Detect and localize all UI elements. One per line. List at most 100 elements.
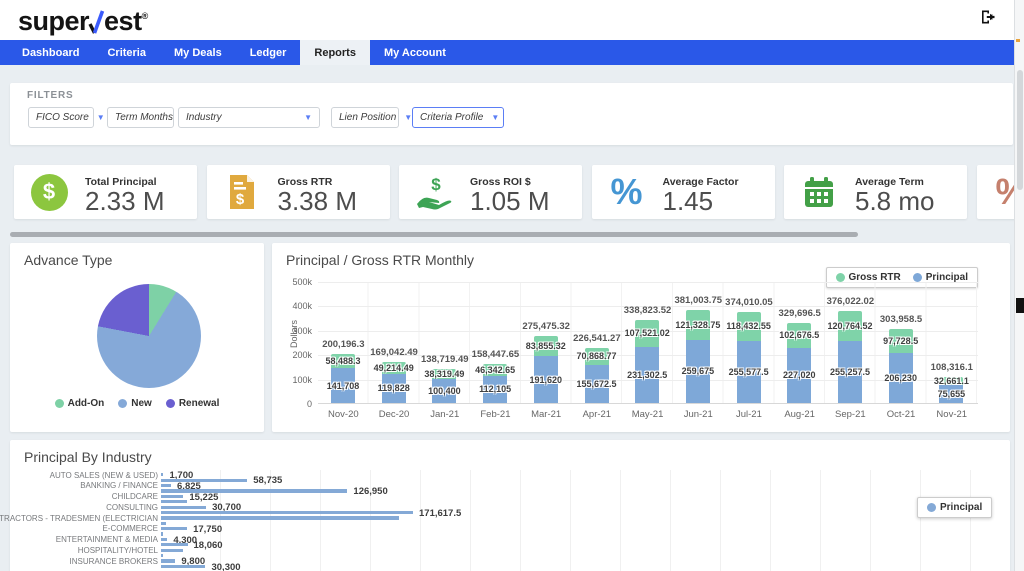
gross-rtr-segment[interactable]: 46,342.65 [483,364,507,375]
stacked-bar[interactable]: 46,342.65112,105 [483,364,507,403]
scrollbar-orange-mark [1016,39,1020,42]
kpi-card-total-principal[interactable]: $Total Principal2.33 M [14,165,197,219]
kpi-card-average-factor[interactable]: %Average Factor1.45 [592,165,775,219]
industry-chart-plot[interactable]: AUTO SALES (NEW & USED)1,70058,735BANKIN… [10,472,1000,569]
gross-rtr-segment[interactable]: 83,855.32 [534,336,558,356]
svg-text:$: $ [431,175,441,194]
gross-rtr-segment[interactable]: 107,521.02 [635,320,659,346]
principal-segment[interactable]: 259,675 [686,340,710,403]
principal-value-label: 75,655 [938,389,966,399]
industry-bar[interactable] [161,538,167,541]
advance-type-pie-chart[interactable] [97,284,201,388]
gross-rtr-segment[interactable]: 118,432.55 [737,312,761,341]
horizontal-scrollbar[interactable] [10,232,858,237]
principal-segment[interactable]: 155,672.5 [585,365,609,403]
total-value-label: 169,042.49 [370,347,418,358]
principal-segment[interactable]: 141,708 [331,368,355,403]
gross-rtr-segment[interactable]: 121,328.75 [686,310,710,340]
kpi-card-gross-rtr[interactable]: $Gross RTR3.38 M [207,165,390,219]
industry-bar[interactable] [161,495,183,498]
logout-icon[interactable] [980,9,996,25]
supervest-logo[interactable]: superest® [18,6,148,37]
nav-tab-ledger[interactable]: Ledger [236,40,301,65]
chevron-down-icon: ▼ [404,113,412,122]
stacked-bar[interactable]: 118,432.55255,577.5 [737,312,761,403]
filter-dropdown-fico-score[interactable]: FICO Score▼ [28,107,94,128]
industry-bar[interactable] [161,506,206,509]
principal-segment[interactable]: 112,105 [483,376,507,403]
stacked-bar[interactable]: 107,521.02231,302.5 [635,320,659,403]
kpi-card-average-term[interactable]: Average Term5.8 mo [784,165,967,219]
stacked-bar[interactable]: 49,214.49119,828 [382,362,406,403]
principal-segment[interactable]: 255,577.5 [737,341,761,403]
filter-dropdown-term-months[interactable]: Term Months▼ [107,107,174,128]
stacked-bar[interactable]: 102,676.5227,020 [787,323,811,403]
gross-rtr-segment[interactable]: 58,488.3 [331,354,355,368]
stacked-bar[interactable]: 120,764.52255,257.5 [838,311,862,403]
gross-rtr-segment[interactable]: 120,764.52 [838,311,862,340]
principal-segment[interactable]: 231,302.5 [635,347,659,403]
kpi-card-gross-roi-[interactable]: $Gross ROI $1.05 M [399,165,582,219]
gross-rtr-segment[interactable]: 49,214.49 [382,362,406,374]
industry-chart-legend[interactable]: Principal [917,497,992,518]
chevron-down-icon: ▼ [491,113,499,122]
industry-bar[interactable] [161,522,166,525]
nav-tab-dashboard[interactable]: Dashboard [8,40,93,65]
industry-bar[interactable] [161,565,205,568]
principal-segment[interactable]: 255,257.5 [838,341,862,403]
x-axis-tick: Dec-20 [369,409,420,420]
legend-item-principal[interactable]: Principal [927,502,982,513]
gross-rtr-segment[interactable]: 38,319.49 [432,369,456,378]
principal-segment[interactable]: 119,828 [382,374,406,403]
industry-bar[interactable] [161,479,247,482]
scrollbar-black-mark [1016,298,1024,313]
principal-segment[interactable]: 227,020 [787,348,811,403]
stacked-bar[interactable]: 83,855.32191,620 [534,336,558,403]
vertical-scrollbar-thumb[interactable] [1017,70,1023,190]
nav-tab-my-deals[interactable]: My Deals [160,40,236,65]
monthly-chart-plot[interactable]: Dollars 0100k200k300k400k500k58,488.3141… [318,282,978,404]
industry-bar[interactable] [161,516,399,519]
filter-dropdown-criteria-profile[interactable]: Criteria Profile▼ [412,107,504,128]
stacked-bar[interactable]: 58,488.3141,708 [331,354,355,403]
nav-tab-my-account[interactable]: My Account [370,40,460,65]
industry-bar[interactable] [161,511,413,514]
filter-dropdown-industry[interactable]: Industry▼ [178,107,320,128]
nav-tab-criteria[interactable]: Criteria [93,40,160,65]
stacked-bar[interactable]: 121,328.75259,675 [686,310,710,403]
total-value-label: 329,696.5 [779,308,821,319]
percent-icon: % [608,173,646,211]
total-value-label: 275,475.32 [522,321,570,332]
gross-rtr-segment[interactable]: 102,676.5 [787,323,811,348]
industry-bar[interactable] [161,500,187,503]
legend-dot [118,399,127,408]
gross-rtr-segment[interactable]: 97,728.5 [889,329,913,353]
total-value-label: 338,823.52 [624,305,672,316]
industry-bar[interactable] [161,554,163,557]
industry-bar[interactable] [161,484,171,487]
filter-dropdown-lien-position[interactable]: Lien Position▼ [331,107,399,128]
gross-rtr-segment[interactable]: 70,868.77 [585,348,609,365]
principal-segment[interactable]: 191,620 [534,356,558,403]
principal-segment[interactable]: 75,655 [939,385,963,403]
vertical-scrollbar[interactable] [1014,0,1024,571]
stacked-bar[interactable]: 70,868.77155,672.5 [585,348,609,403]
gross-rtr-segment[interactable]: 32,661.1 [939,377,963,385]
legend-item-add-on[interactable]: Add-On [55,398,105,409]
legend-item-renewal[interactable]: Renewal [166,398,220,409]
stacked-bar[interactable]: 97,728.5206,230 [889,329,913,403]
industry-bar[interactable] [161,549,183,552]
industry-bar[interactable] [161,543,188,546]
principal-value-label: 231,302.5 [627,370,667,380]
industry-bar[interactable] [161,532,163,535]
industry-bar[interactable] [161,559,175,562]
principal-segment[interactable]: 100,400 [432,379,456,403]
kpi-value: 2.33 M [85,186,165,217]
principal-segment[interactable]: 206,230 [889,353,913,403]
nav-tab-reports[interactable]: Reports [300,40,370,65]
industry-bar[interactable] [161,473,163,476]
legend-item-new[interactable]: New [118,398,152,409]
stacked-bar[interactable]: 32,661.1 75,655 [939,377,963,403]
stacked-bar[interactable]: 38,319.49100,400 [432,369,456,403]
industry-bar[interactable] [161,527,187,530]
